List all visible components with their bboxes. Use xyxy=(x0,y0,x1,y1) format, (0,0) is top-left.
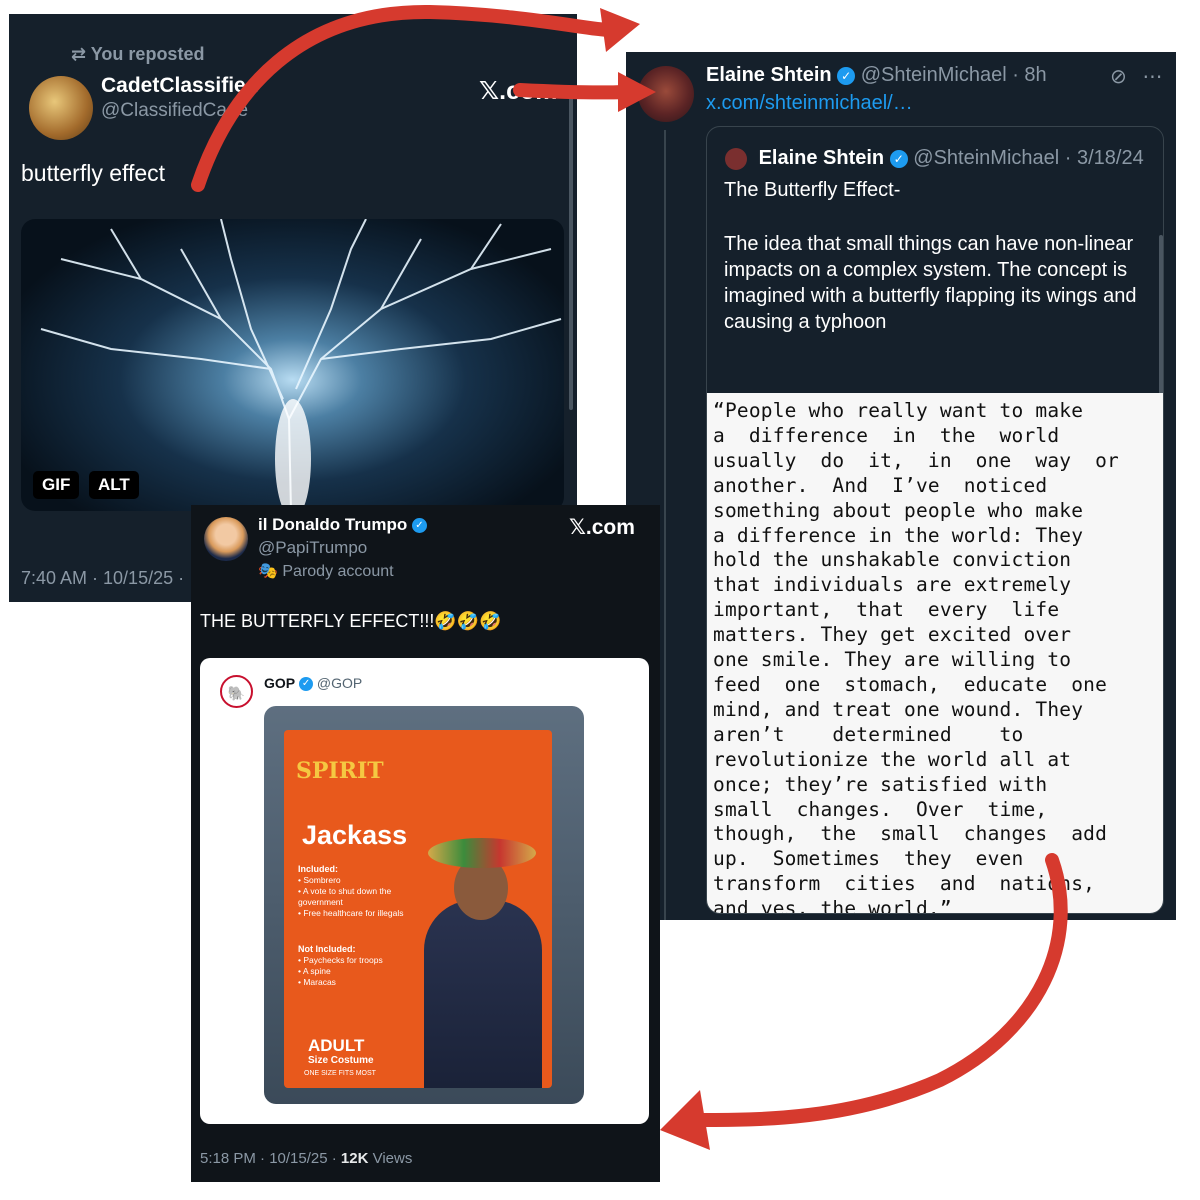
post-header: Elaine Shtein ✓ @ShteinMichael · 8h xyxy=(706,64,1047,87)
verified-icon: ✓ xyxy=(889,149,908,168)
quoted-post[interactable]: Elaine Shtein ✓ @ShteinMichael · 3/18/24… xyxy=(706,126,1164,914)
repost-indicator: ⇄ You reposted xyxy=(71,44,205,64)
included-item: • Sombrero xyxy=(298,875,341,885)
gif-badge[interactable]: GIF xyxy=(33,471,80,499)
quote-author-name: Elaine Shtein xyxy=(758,147,885,169)
author-handle[interactable]: @PapiTrumpo xyxy=(258,538,367,558)
costume-photo[interactable]: SPIRIT Jackass Included: • Sombrero • A … xyxy=(264,706,584,1104)
quote-avatar xyxy=(725,147,747,170)
embed-header: GOP ✓ @GOP xyxy=(264,675,362,692)
embed-author-name[interactable]: GOP xyxy=(264,675,295,691)
verified-icon: ✓ xyxy=(299,677,314,692)
timestamp[interactable]: 7:40 AM · 10/15/25 · xyxy=(21,568,184,589)
post-card-papitrumpo[interactable]: il Donaldo Trumpo ✓ @PapiTrumpo 🎭 Parody… xyxy=(191,505,660,1182)
avatar[interactable] xyxy=(29,76,93,140)
thread-line xyxy=(664,130,666,920)
not-included-list: Not Included: • Paychecks for troops • A… xyxy=(298,944,408,988)
included-item: • A vote to shut down the government xyxy=(298,886,392,907)
views-count: 12K xyxy=(340,1150,369,1167)
quote-text: The idea that small things can have non-… xyxy=(724,233,1137,333)
embed-handle[interactable]: @GOP xyxy=(317,675,362,691)
author-name[interactable]: il Donaldo Trumpo ✓ xyxy=(258,515,427,535)
size-label: Size Costume xyxy=(308,1055,374,1066)
quote-header: Elaine Shtein ✓ @ShteinMichael · 3/18/24 xyxy=(725,147,1144,170)
site-watermark: 𝕏.com xyxy=(569,516,635,539)
post-card-elaine-shtein[interactable]: Elaine Shtein ✓ @ShteinMichael · 8h x.co… xyxy=(626,52,1176,920)
grok-icon[interactable]: ⊘ xyxy=(1110,66,1127,88)
author-handle-time[interactable]: @ShteinMichael · 8h xyxy=(861,64,1047,86)
avatar[interactable] xyxy=(204,517,248,561)
author-handle[interactable]: @ClassifiedCade xyxy=(101,100,248,122)
quote-image-text: “People who really want to make a differ… xyxy=(707,393,1163,913)
arrowhead-1 xyxy=(600,8,640,52)
verified-icon: ✓ xyxy=(837,66,856,85)
sombrero-icon xyxy=(428,838,536,868)
spirit-logo: SPIRIT xyxy=(296,758,384,784)
verified-icon: ✓ xyxy=(411,518,427,534)
avatar[interactable] xyxy=(638,66,694,122)
adult-label: ADULT xyxy=(308,1036,365,1055)
site-watermark: 𝕏.com xyxy=(479,77,558,105)
not-included-item: • A spine xyxy=(298,966,331,976)
post-text: butterfly effect xyxy=(21,160,166,186)
lightning-tree-image xyxy=(40,219,562,511)
arrowhead-2 xyxy=(660,1090,710,1150)
costume-package: SPIRIT Jackass Included: • Sombrero • A … xyxy=(284,730,552,1088)
quote-title: The Butterfly Effect- xyxy=(724,179,901,201)
alt-badge[interactable]: ALT xyxy=(89,471,139,499)
gif-media[interactable]: GIF ALT xyxy=(21,219,564,511)
mask-icon: 🎭 xyxy=(258,563,283,580)
post-link[interactable]: x.com/shteinmichael/… xyxy=(706,92,913,115)
costume-title: Jackass xyxy=(302,820,408,850)
not-included-item: • Paychecks for troops xyxy=(298,955,383,965)
more-options-icon[interactable]: ⋯ xyxy=(1142,66,1162,88)
gop-elephant-icon[interactable]: 🐘 xyxy=(220,675,253,708)
timestamp-views[interactable]: 5:18 PM · 10/15/25 · 12K Views xyxy=(200,1150,412,1167)
not-included-item: • Maracas xyxy=(298,977,336,987)
post-text: THE BUTTERFLY EFFECT!!!🤣🤣🤣 xyxy=(200,611,502,631)
author-name[interactable]: Elaine Shtein xyxy=(706,64,832,86)
parody-label: 🎭 Parody account xyxy=(258,563,394,580)
header-actions: ⊘ ⋯ xyxy=(1110,64,1162,89)
scrollbar[interactable] xyxy=(569,90,573,410)
one-size-label: ONE SIZE FITS MOST xyxy=(304,1070,376,1077)
quote-handle-time: @ShteinMichael · 3/18/24 xyxy=(913,147,1144,169)
embedded-post-gop[interactable]: 🐘 GOP ✓ @GOP SPIRIT Jackass Included: • … xyxy=(200,658,649,1124)
included-list: Included: • Sombrero • A vote to shut do… xyxy=(298,864,408,919)
costume-figure xyxy=(424,900,542,1088)
included-item: • Free healthcare for illegals xyxy=(298,908,404,918)
author-name[interactable]: CadetClassified xyxy=(101,74,259,98)
repost-icon: ⇄ xyxy=(71,44,91,64)
